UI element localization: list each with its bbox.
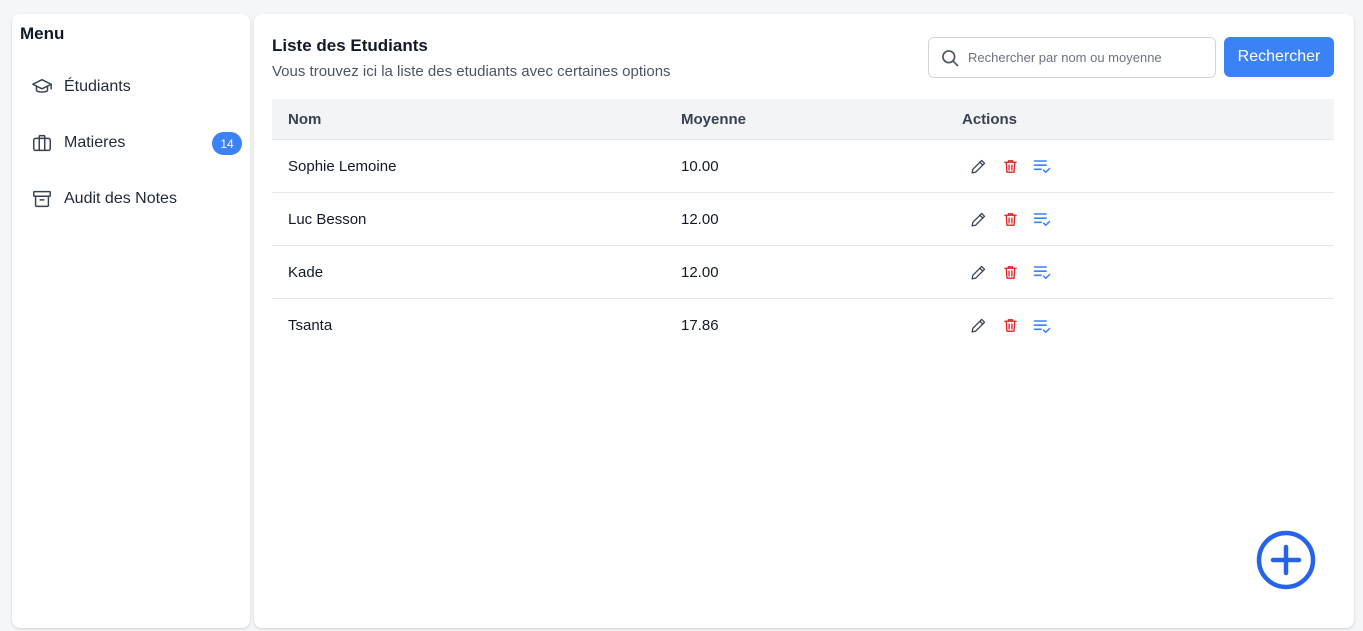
count-badge: 14 bbox=[212, 132, 242, 155]
sidebar-item-matieres[interactable]: Matieres 14 bbox=[20, 123, 242, 163]
pencil-icon bbox=[970, 211, 987, 228]
search-button[interactable]: Rechercher bbox=[1224, 37, 1334, 77]
cell-moyenne: 12.00 bbox=[681, 263, 719, 281]
cell-moyenne: 12.00 bbox=[681, 210, 719, 228]
table-row: Sophie Lemoine 10.00 bbox=[272, 140, 1334, 193]
edit-button[interactable] bbox=[962, 205, 994, 233]
trash-icon bbox=[1002, 317, 1019, 334]
cell-nom: Luc Besson bbox=[288, 210, 367, 228]
sidebar-item-label: Audit des Notes bbox=[64, 190, 177, 207]
graduation-cap-icon bbox=[30, 75, 54, 99]
delete-button[interactable] bbox=[994, 312, 1026, 340]
trash-icon bbox=[1002, 211, 1019, 228]
sidebar-item-label: Étudiants bbox=[64, 78, 131, 95]
archive-icon bbox=[30, 187, 54, 211]
edit-button[interactable] bbox=[962, 312, 994, 340]
page-title: Liste des Etudiants bbox=[272, 36, 428, 55]
page-subtitle: Vous trouvez ici la liste des etudiants … bbox=[272, 63, 671, 80]
column-header-moyenne: Moyenne bbox=[681, 110, 747, 128]
notes-button[interactable] bbox=[1026, 205, 1058, 233]
cell-actions bbox=[962, 312, 1334, 340]
table-header: Nom Moyenne Actions bbox=[272, 99, 1334, 140]
pencil-icon bbox=[970, 264, 987, 281]
sidebar-item-label: Matieres bbox=[64, 134, 126, 151]
table-row: Kade 12.00 bbox=[272, 246, 1334, 299]
table-body: Sophie Lemoine 10.00 Luc Besson 12.00 Kade 12… bbox=[272, 140, 1334, 352]
delete-button[interactable] bbox=[994, 152, 1026, 180]
plus-circle-icon bbox=[1256, 530, 1316, 590]
students-table: Nom Moyenne Actions Sophie Lemoine 10.00 L… bbox=[272, 99, 1334, 352]
edit-button[interactable] bbox=[962, 152, 994, 180]
table-row: Tsanta 17.86 bbox=[272, 299, 1334, 352]
notes-button[interactable] bbox=[1026, 152, 1058, 180]
list-check-icon bbox=[1032, 316, 1052, 336]
cell-actions bbox=[962, 152, 1334, 180]
sidebar: Menu Étudiants Matieres 14 Audit des Not… bbox=[12, 14, 250, 628]
delete-button[interactable] bbox=[994, 258, 1026, 286]
list-check-icon bbox=[1032, 209, 1052, 229]
edit-button[interactable] bbox=[962, 258, 994, 286]
list-check-icon bbox=[1032, 262, 1052, 282]
notes-button[interactable] bbox=[1026, 312, 1058, 340]
delete-button[interactable] bbox=[994, 205, 1026, 233]
pencil-icon bbox=[970, 317, 987, 334]
search-box bbox=[928, 37, 1216, 78]
cell-moyenne: 17.86 bbox=[681, 317, 719, 334]
main-panel: Liste des Etudiants Vous trouvez ici la … bbox=[254, 14, 1354, 628]
column-header-nom: Nom bbox=[288, 110, 322, 128]
search-icon bbox=[940, 48, 960, 68]
pencil-icon bbox=[970, 158, 987, 175]
column-header-actions: Actions bbox=[962, 110, 1018, 128]
search-input[interactable] bbox=[968, 50, 1198, 65]
table-row: Luc Besson 12.00 bbox=[272, 193, 1334, 246]
sidebar-item-audit-des-notes[interactable]: Audit des Notes bbox=[20, 179, 242, 219]
trash-icon bbox=[1002, 264, 1019, 281]
cell-nom: Sophie Lemoine bbox=[288, 157, 397, 175]
list-check-icon bbox=[1032, 156, 1052, 176]
sidebar-item-etudiants[interactable]: Étudiants bbox=[20, 67, 242, 107]
add-student-button[interactable] bbox=[1255, 529, 1317, 591]
cell-actions bbox=[962, 205, 1334, 233]
cell-nom: Kade bbox=[288, 263, 324, 281]
trash-icon bbox=[1002, 158, 1019, 175]
briefcase-icon bbox=[30, 131, 54, 155]
cell-nom: Tsanta bbox=[288, 317, 333, 334]
notes-button[interactable] bbox=[1026, 258, 1058, 286]
menu-title: Menu bbox=[20, 24, 65, 43]
cell-actions bbox=[962, 258, 1334, 286]
cell-moyenne: 10.00 bbox=[681, 157, 719, 175]
